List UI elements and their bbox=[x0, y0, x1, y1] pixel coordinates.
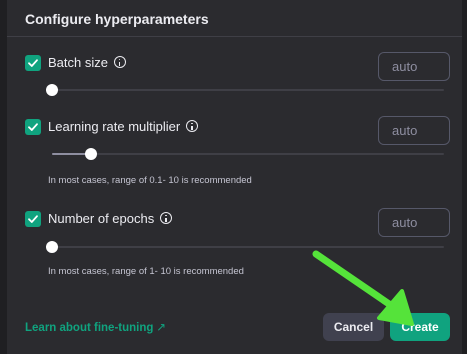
epochs-row: Number of epochs bbox=[25, 208, 450, 237]
lr-multiplier-slider[interactable] bbox=[52, 148, 444, 160]
lr-multiplier-label-wrap: Learning rate multiplier bbox=[48, 119, 199, 134]
epochs-input[interactable] bbox=[378, 208, 450, 237]
create-button[interactable]: Create bbox=[390, 313, 450, 341]
epochs-slider[interactable] bbox=[46, 241, 444, 253]
info-icon[interactable] bbox=[160, 212, 173, 224]
lr-multiplier-hint: In most cases, range of 0.1- 10 is recom… bbox=[48, 175, 252, 186]
learn-fine-tuning-link[interactable]: Learn about fine-tuning ↗ bbox=[25, 320, 166, 334]
panel-left-edge bbox=[0, 0, 7, 354]
slider-track bbox=[52, 153, 444, 155]
panel-scrollbar[interactable] bbox=[462, 0, 467, 354]
lr-multiplier-checkbox[interactable] bbox=[25, 119, 41, 135]
hyperparameters-panel: Configure hyperparameters Batch size Lea… bbox=[0, 0, 467, 354]
slider-thumb[interactable] bbox=[85, 148, 98, 160]
title-divider bbox=[7, 36, 462, 37]
arrow-up-right-icon: ↗ bbox=[156, 322, 167, 334]
lr-multiplier-input[interactable] bbox=[378, 116, 450, 145]
slider-thumb[interactable] bbox=[46, 241, 58, 253]
batch-size-label: Batch size bbox=[48, 55, 108, 70]
info-icon[interactable] bbox=[186, 120, 199, 132]
batch-size-checkbox[interactable] bbox=[25, 55, 41, 71]
batch-size-row: Batch size bbox=[25, 52, 450, 81]
slider-track bbox=[52, 246, 444, 248]
checkmark-icon bbox=[28, 215, 38, 223]
slider-track bbox=[52, 89, 444, 91]
epochs-hint: In most cases, range of 1- 10 is recomme… bbox=[48, 266, 244, 277]
lr-multiplier-row: Learning rate multiplier bbox=[25, 116, 450, 145]
batch-size-slider[interactable] bbox=[46, 84, 444, 96]
checkmark-icon bbox=[28, 123, 38, 131]
slider-thumb[interactable] bbox=[46, 84, 58, 96]
lr-multiplier-label: Learning rate multiplier bbox=[48, 119, 181, 134]
batch-size-input[interactable] bbox=[378, 52, 450, 81]
cancel-button[interactable]: Cancel bbox=[323, 313, 384, 341]
epochs-checkbox[interactable] bbox=[25, 211, 41, 227]
learn-link-label: Learn about fine-tuning bbox=[25, 322, 154, 334]
checkmark-icon bbox=[28, 59, 38, 67]
panel-title: Configure hyperparameters bbox=[25, 11, 209, 27]
batch-size-label-wrap: Batch size bbox=[48, 55, 126, 70]
info-icon[interactable] bbox=[113, 56, 126, 68]
epochs-label-wrap: Number of epochs bbox=[48, 211, 173, 226]
epochs-label: Number of epochs bbox=[48, 211, 155, 226]
